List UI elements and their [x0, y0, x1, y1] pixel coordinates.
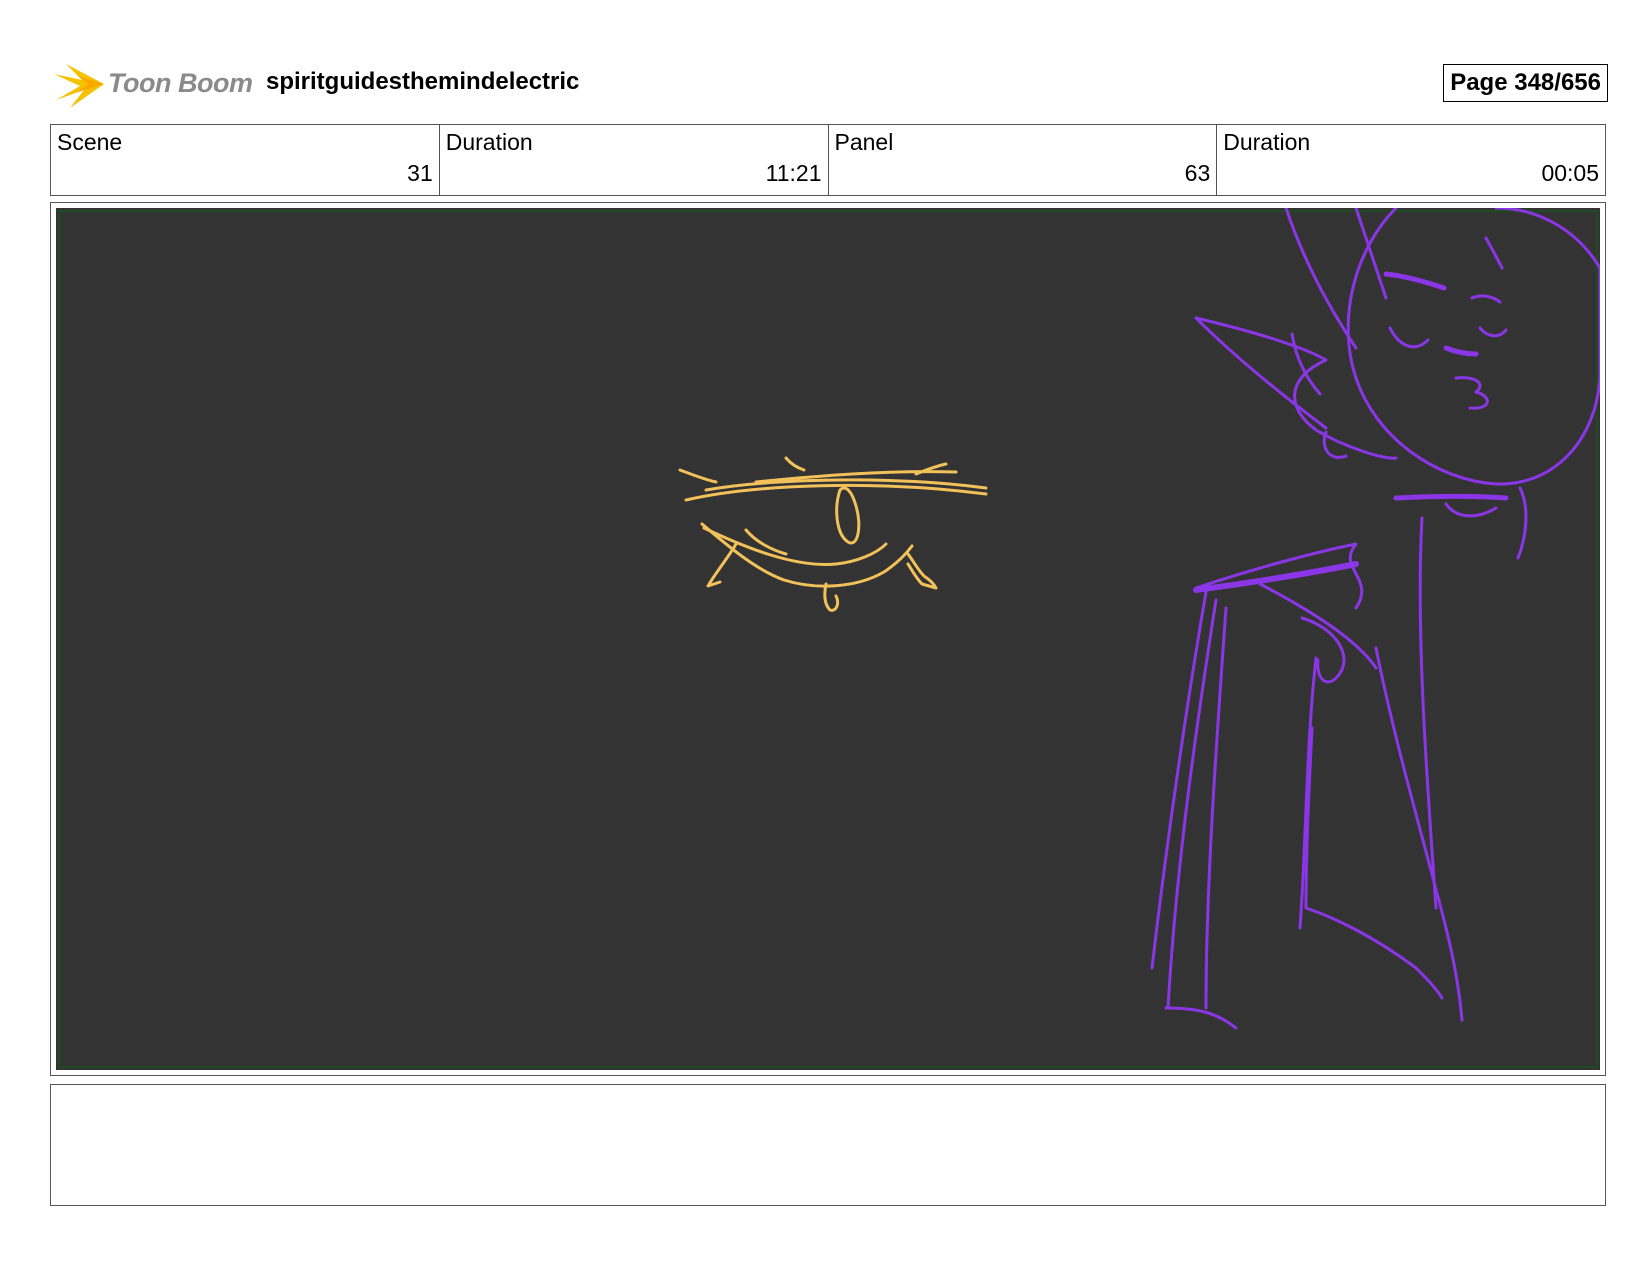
- starburst-icon: [54, 64, 104, 108]
- panel-notes-box: [50, 1084, 1606, 1206]
- sketch-drawing: [678, 208, 1600, 1030]
- scene-cell: Scene 31: [51, 125, 440, 195]
- panel-duration-cell: Duration 00:05: [1217, 125, 1605, 195]
- scene-duration-value: 11:21: [765, 160, 822, 186]
- scene-label: Scene: [57, 129, 123, 155]
- panel-value: 63: [1184, 160, 1211, 186]
- scene-duration-cell: Duration 11:21: [440, 125, 829, 195]
- logo-text: Toon Boom: [108, 68, 253, 98]
- panel-duration-value: 00:05: [1541, 160, 1599, 186]
- purple-sketch: [1150, 208, 1600, 1030]
- page-header: Toon Boom spiritguidesthemindelectric Pa…: [52, 56, 1608, 110]
- panel-frame: [50, 202, 1606, 1076]
- scene-value: 31: [407, 160, 433, 186]
- yellow-sketch: [678, 456, 988, 612]
- panel-cell: Panel 63: [829, 125, 1218, 195]
- project-title: spiritguidesthemindelectric: [266, 68, 580, 95]
- panel-duration-label: Duration: [1223, 129, 1311, 155]
- panel-label: Panel: [834, 129, 894, 155]
- toon-boom-logo: Toon Boom: [52, 56, 253, 110]
- page-indicator: Page 348/656: [1443, 64, 1608, 102]
- scene-info-table: Scene 31 Duration 11:21 Panel 63 Duratio…: [50, 124, 1606, 196]
- storyboard-canvas: [56, 208, 1600, 1070]
- scene-duration-label: Duration: [445, 129, 533, 155]
